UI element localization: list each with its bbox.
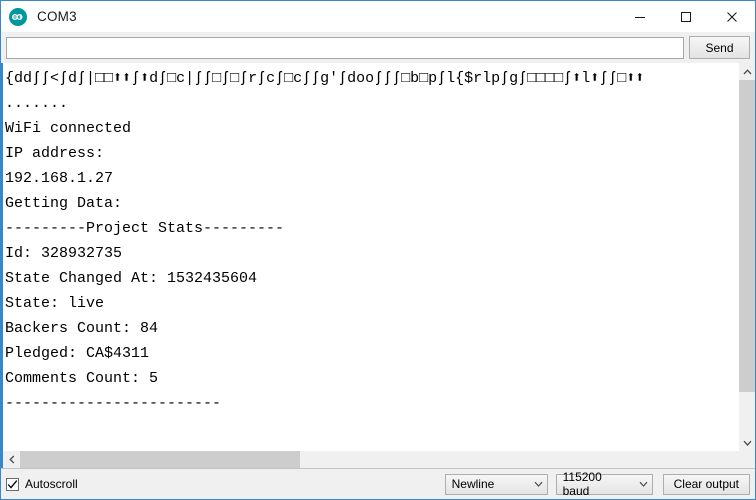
checkmark-icon	[7, 479, 18, 489]
chevron-up-icon	[743, 68, 751, 74]
console-line: Id: 328932735	[5, 245, 123, 262]
autoscroll-checkbox[interactable]: Autoscroll	[6, 477, 78, 491]
window-controls	[617, 1, 755, 32]
console-line: {ddʃʃ<ʃdʃ|□□⬆⬆ʃ⬆dʃ□c|ʃʃ□ʃ□ʃrʃcʃ□cʃʃg'ʃdo…	[5, 70, 645, 87]
serial-send-input[interactable]	[6, 36, 684, 59]
serial-output[interactable]: {ddʃʃ<ʃdʃ|□□⬆⬆ʃ⬆dʃ□c|ʃʃ□ʃ□ʃrʃcʃ□cʃʃg'ʃdo…	[3, 63, 738, 451]
maximize-icon	[681, 11, 691, 22]
chevron-down-icon	[639, 481, 648, 487]
vertical-scroll-track[interactable]	[739, 80, 755, 434]
baud-rate-select[interactable]: 115200 baud	[555, 470, 653, 498]
line-ending-value: Newline	[451, 477, 495, 491]
vertical-scrollbar[interactable]	[738, 63, 755, 451]
console-line: ---------Project Stats---------	[5, 220, 285, 237]
console-line: Getting Data:	[5, 195, 123, 212]
horizontal-scrollbar[interactable]	[1, 451, 755, 468]
console-line: IP address:	[5, 145, 114, 162]
console-line: 192.168.1.27	[5, 170, 114, 187]
line-ending-select[interactable]: Newline	[444, 473, 548, 495]
scroll-up-button[interactable]	[739, 63, 755, 80]
horizontal-scroll-track[interactable]	[20, 451, 738, 468]
close-icon	[727, 11, 737, 22]
console-line: WiFi connected	[5, 120, 132, 137]
window-title: COM3	[37, 9, 77, 24]
console-line: Comments Count: 5	[5, 370, 159, 387]
serial-monitor-window: COM3 Send {ddʃʃ<ʃdʃ|□□⬆⬆ʃ⬆dʃ□c|ʃʃ□ʃ□ʃrʃc…	[0, 0, 756, 500]
console-line: State Changed At: 1532435604	[5, 270, 258, 287]
maximize-button[interactable]	[663, 1, 709, 32]
vertical-scroll-thumb[interactable]	[739, 80, 755, 392]
console-line: Pledged: CA$4311	[5, 345, 150, 362]
close-button[interactable]	[709, 1, 755, 32]
minimize-icon	[635, 16, 645, 18]
scroll-down-button[interactable]	[739, 434, 755, 451]
send-bar: Send	[1, 32, 755, 63]
autoscroll-label: Autoscroll	[25, 477, 78, 491]
chevron-down-icon	[743, 440, 751, 446]
scroll-left-button[interactable]	[3, 451, 20, 468]
console-line: State: live	[5, 295, 105, 312]
scrollbar-corner	[738, 451, 755, 468]
console-area: {ddʃʃ<ʃdʃ|□□⬆⬆ʃ⬆dʃ□c|ʃʃ□ʃ□ʃrʃcʃ□cʃʃg'ʃdo…	[1, 63, 755, 451]
console-line: Backers Count: 84	[5, 320, 159, 337]
chevron-down-icon	[534, 481, 543, 487]
arduino-logo-icon	[9, 7, 27, 26]
send-button[interactable]: Send	[689, 36, 750, 59]
minimize-button[interactable]	[617, 1, 663, 32]
horizontal-scroll-thumb[interactable]	[20, 451, 301, 468]
baud-rate-value: 115200 baud	[562, 470, 602, 498]
console-line: ------------------------	[5, 395, 222, 412]
clear-output-button[interactable]: Clear output	[662, 473, 750, 495]
title-bar: COM3	[1, 1, 755, 32]
chevron-left-icon	[8, 455, 14, 464]
status-bar: Autoscroll Newline 115200 baud Clear out…	[1, 468, 755, 499]
autoscroll-checkbox-box[interactable]	[6, 477, 19, 491]
console-line: .......	[5, 95, 69, 112]
